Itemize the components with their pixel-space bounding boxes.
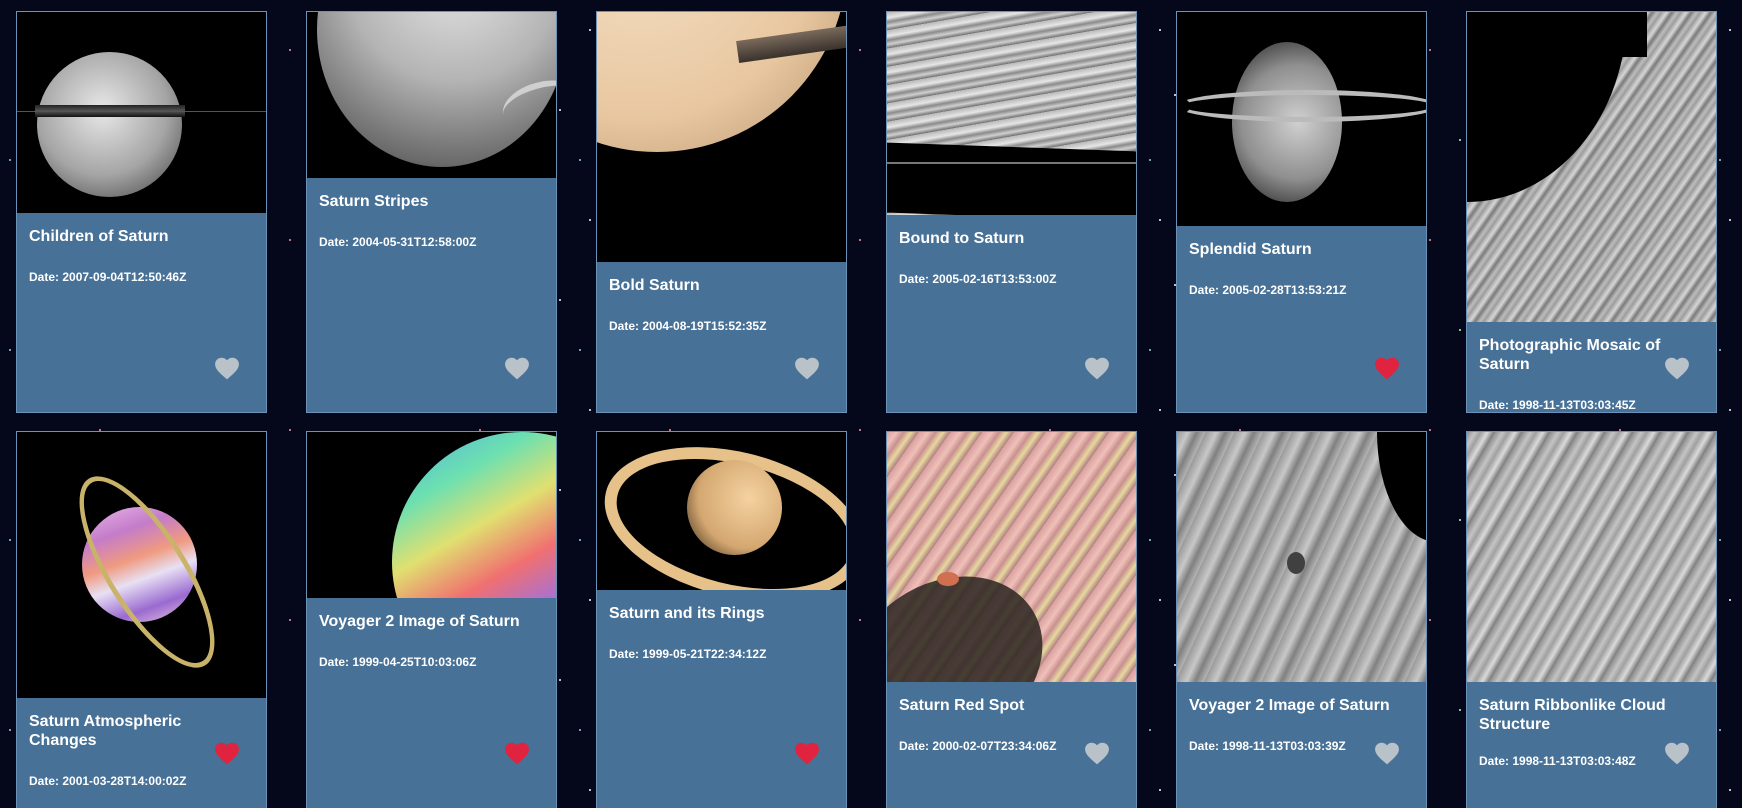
gallery-card[interactable]: Saturn Red Spot Date: 2000-02-07T23:34:0… bbox=[886, 431, 1137, 808]
card-image[interactable] bbox=[1467, 432, 1716, 682]
apod-gallery-grid: Children of Saturn Date: 2007-09-04T12:5… bbox=[16, 11, 1717, 808]
gallery-card[interactable]: Bound to Saturn Date: 2005-02-16T13:53:0… bbox=[886, 11, 1137, 413]
heart-icon[interactable] bbox=[1084, 741, 1110, 765]
heart-icon[interactable] bbox=[794, 741, 820, 765]
heart-icon[interactable] bbox=[1374, 741, 1400, 765]
card-date: Date: 2005-02-16T13:53:00Z bbox=[899, 272, 1057, 286]
card-image[interactable] bbox=[597, 432, 846, 590]
heart-icon[interactable] bbox=[214, 356, 240, 380]
card-image[interactable] bbox=[1177, 432, 1426, 682]
card-title: Saturn Ribbonlike Cloud Structure bbox=[1479, 697, 1666, 733]
card-date: Date: 1999-04-25T10:03:06Z bbox=[319, 655, 477, 669]
card-image[interactable] bbox=[17, 432, 266, 698]
gallery-card[interactable]: Saturn Stripes Date: 2004-05-31T12:58:00… bbox=[306, 11, 557, 413]
card-title: Voyager 2 Image of Saturn bbox=[1189, 697, 1390, 714]
card-title: Bold Saturn bbox=[609, 277, 700, 294]
gallery-card[interactable]: Splendid Saturn Date: 2005-02-28T13:53:2… bbox=[1176, 11, 1427, 413]
heart-icon[interactable] bbox=[1374, 356, 1400, 380]
card-date: Date: 2004-05-31T12:58:00Z bbox=[319, 235, 477, 249]
card-date: Date: 2004-08-19T15:52:35Z bbox=[609, 319, 767, 333]
card-image[interactable] bbox=[597, 12, 846, 262]
card-title: Saturn and its Rings bbox=[609, 605, 765, 622]
card-image[interactable] bbox=[307, 432, 556, 598]
card-title: Children of Saturn bbox=[29, 228, 169, 245]
gallery-card[interactable]: Saturn and its Rings Date: 1999-05-21T22… bbox=[596, 431, 847, 808]
gallery-card[interactable]: Bold Saturn Date: 2004-08-19T15:52:35Z bbox=[596, 11, 847, 413]
heart-icon[interactable] bbox=[504, 356, 530, 380]
card-title: Saturn Red Spot bbox=[899, 697, 1025, 714]
card-date: Date: 2007-09-04T12:50:46Z bbox=[29, 270, 187, 284]
gallery-card[interactable]: Children of Saturn Date: 2007-09-04T12:5… bbox=[16, 11, 267, 413]
card-image[interactable] bbox=[307, 12, 556, 178]
card-date: Date: 1999-05-21T22:34:12Z bbox=[609, 647, 767, 661]
card-title: Bound to Saturn bbox=[899, 230, 1025, 247]
card-image[interactable] bbox=[1467, 12, 1716, 322]
gallery-card[interactable]: Saturn Ribbonlike Cloud Structure Date: … bbox=[1466, 431, 1717, 808]
heart-icon[interactable] bbox=[1664, 356, 1690, 380]
heart-icon[interactable] bbox=[1664, 741, 1690, 765]
heart-icon[interactable] bbox=[794, 356, 820, 380]
heart-icon[interactable] bbox=[504, 741, 530, 765]
card-date: Date: 1998-11-13T03:03:45Z bbox=[1479, 398, 1636, 412]
card-date: Date: 2005-02-28T13:53:21Z bbox=[1189, 283, 1347, 297]
gallery-card[interactable]: Voyager 2 Image of Saturn Date: 1999-04-… bbox=[306, 431, 557, 808]
card-image[interactable] bbox=[887, 12, 1136, 215]
heart-icon[interactable] bbox=[214, 741, 240, 765]
heart-icon[interactable] bbox=[1084, 356, 1110, 380]
gallery-card[interactable]: Photographic Mosaic of Saturn Date: 1998… bbox=[1466, 11, 1717, 413]
card-image[interactable] bbox=[17, 12, 266, 213]
gallery-card[interactable]: Saturn Atmospheric Changes Date: 2001-03… bbox=[16, 431, 267, 808]
card-title: Voyager 2 Image of Saturn bbox=[319, 613, 520, 630]
card-image[interactable] bbox=[1177, 12, 1426, 226]
card-image[interactable] bbox=[887, 432, 1136, 682]
card-date: Date: 2001-03-28T14:00:02Z bbox=[29, 774, 187, 788]
card-title: Saturn Stripes bbox=[319, 193, 429, 210]
card-title: Splendid Saturn bbox=[1189, 241, 1312, 258]
gallery-card[interactable]: Voyager 2 Image of Saturn Date: 1998-11-… bbox=[1176, 431, 1427, 808]
